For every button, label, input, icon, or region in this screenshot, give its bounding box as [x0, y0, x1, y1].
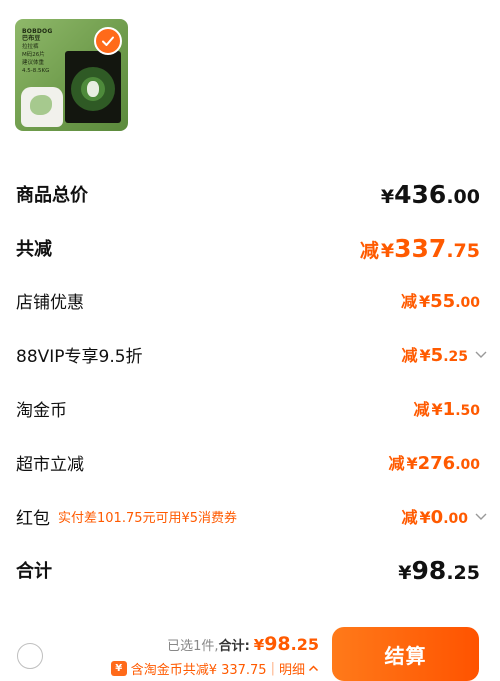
- vip-discount-dec: .25: [443, 349, 468, 365]
- checkout-button[interactable]: 结算: [332, 627, 479, 681]
- grand-total-label: 合计: [16, 561, 52, 582]
- separator: |: [270, 661, 275, 676]
- taojinbi-label: 淘金币: [16, 400, 67, 421]
- footer-total-label: 合计:: [218, 639, 250, 654]
- shop-discount-prefix: 减: [400, 292, 417, 311]
- grand-total-amount: ¥ 98 .25: [398, 556, 480, 585]
- red-packet-note: 实付差101.75元可用¥5消费券: [58, 510, 238, 526]
- row-goods-total: 商品总价 ¥ 436 .00: [16, 178, 480, 210]
- row-88vip-discount[interactable]: 88VIP专享9.5折 减 ¥ 5 .25: [16, 340, 487, 368]
- total-discount-amount: 减 ¥ 337 .75: [360, 234, 480, 263]
- total-discount-label: 共减: [16, 239, 52, 260]
- supermarket-discount-dec: .00: [455, 457, 480, 473]
- product-image[interactable]: BOBDOG 巴布豆 拉拉裤 M码26片 建议体重 4.5-8.5KG: [15, 19, 128, 131]
- vip-discount-amount: 减 ¥ 5 .25: [402, 342, 489, 366]
- red-packet-dec: .00: [443, 511, 468, 527]
- supermarket-discount-prefix: 减: [388, 454, 405, 473]
- red-packet-prefix: 减: [401, 508, 418, 527]
- footer-coin-detail[interactable]: ¥ 含淘金币共减¥ 337.75 | 明细: [110, 659, 319, 678]
- taojinbi-prefix: 减: [413, 400, 430, 419]
- shop-discount-int: 55: [430, 291, 456, 312]
- taojinbi-dec: .50: [455, 403, 480, 419]
- goods-total-yen: ¥: [380, 185, 395, 208]
- taojinbi-icon: ¥: [110, 661, 127, 676]
- chevron-down-icon[interactable]: [474, 347, 488, 361]
- product-spec-text: 拉拉裤 M码26片 建议体重 4.5-8.5KG: [22, 44, 50, 74]
- shop-discount-amount: 减 ¥ 55 .00: [401, 288, 480, 312]
- goods-total-amount: ¥ 436 .00: [381, 180, 480, 209]
- red-packet-yen: ¥: [419, 508, 431, 527]
- goods-total-int: 436: [394, 179, 447, 209]
- red-packet-label: 红包: [16, 508, 50, 529]
- coin-discount-text: 含淘金币共减¥ 337.75: [130, 663, 267, 678]
- order-price-detail: BOBDOG 巴布豆 拉拉裤 M码26片 建议体重 4.5-8.5KG 商品总价…: [0, 0, 500, 681]
- taojinbi-amount: 减 ¥ 1 .50: [414, 396, 481, 420]
- taojinbi-yen: ¥: [431, 400, 443, 419]
- grand-total-dec: .25: [446, 561, 480, 584]
- row-grand-total: 合计 ¥ 98 .25: [16, 554, 480, 586]
- supermarket-discount-amount: 减 ¥ 276 .00: [388, 450, 480, 474]
- row-supermarket-discount: 超市立减 减 ¥ 276 .00: [16, 448, 480, 476]
- selected-count: 已选1件,: [167, 639, 219, 654]
- goods-total-label: 商品总价: [16, 185, 88, 206]
- supermarket-discount-label: 超市立减: [16, 454, 84, 475]
- supermarket-discount-int: 276: [417, 453, 456, 474]
- row-shop-discount: 店铺优惠 减 ¥ 55 .00: [16, 286, 480, 314]
- grand-total-int: 98: [411, 555, 447, 585]
- vip-discount-int: 5: [430, 345, 444, 366]
- product-brand-text: BOBDOG 巴布豆: [22, 28, 53, 42]
- product-pack-dark: [65, 51, 121, 123]
- red-packet-amount: 减 ¥ 0 .00: [402, 504, 489, 528]
- red-packet-left: 红包 实付差101.75元可用¥5消费券: [16, 504, 237, 529]
- goods-total-dec: .00: [446, 185, 480, 208]
- footer-summary: 已选1件, 合计: ¥ 98 .25: [167, 633, 319, 655]
- vip-discount-label: 88VIP专享9.5折: [16, 346, 143, 367]
- row-red-packet[interactable]: 红包 实付差101.75元可用¥5消费券 减 ¥ 0 .00: [16, 502, 487, 530]
- shop-discount-yen: ¥: [418, 292, 431, 311]
- grand-total-yen: ¥: [398, 561, 412, 584]
- footer-total-dec: .25: [290, 635, 319, 654]
- total-discount-yen: ¥: [380, 239, 395, 262]
- red-packet-int: 0: [430, 507, 444, 528]
- footer-total-yen: ¥: [253, 636, 265, 654]
- vip-discount-prefix: 减: [401, 346, 418, 365]
- detail-link[interactable]: 明细: [279, 659, 305, 678]
- row-total-discount: 共减 减 ¥ 337 .75: [16, 232, 480, 264]
- taojinbi-int: 1: [442, 399, 456, 420]
- vip-discount-yen: ¥: [419, 346, 431, 365]
- chevron-down-icon[interactable]: [474, 509, 488, 523]
- product-pack-white: [21, 87, 63, 127]
- select-all-radio[interactable]: [17, 643, 43, 669]
- supermarket-discount-yen: ¥: [406, 454, 418, 473]
- chevron-up-icon[interactable]: [308, 663, 319, 674]
- shop-discount-label: 店铺优惠: [16, 292, 84, 313]
- selected-check-icon[interactable]: [94, 27, 122, 55]
- total-discount-int: 337: [394, 233, 447, 263]
- total-discount-dec: .75: [446, 239, 480, 262]
- shop-discount-dec: .00: [455, 295, 480, 311]
- total-discount-prefix: 减: [359, 239, 379, 262]
- footer-total-int: 98: [264, 633, 291, 655]
- row-taojinbi: 淘金币 减 ¥ 1 .50: [16, 394, 480, 422]
